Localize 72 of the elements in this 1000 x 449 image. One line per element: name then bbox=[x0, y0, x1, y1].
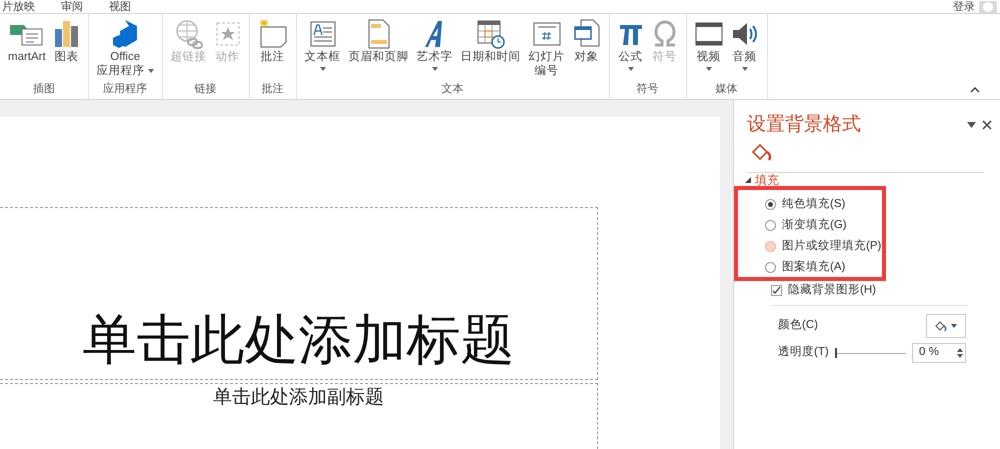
slider-thumb[interactable] bbox=[834, 348, 837, 358]
dropdown-caret-icon bbox=[951, 324, 957, 328]
spin-arrows-icon[interactable] bbox=[957, 347, 963, 359]
calendar-clock-icon bbox=[476, 19, 506, 49]
group-label: 插图 bbox=[32, 82, 56, 97]
ribbon-button[interactable]: 对象 bbox=[568, 14, 605, 64]
radio-button[interactable] bbox=[765, 220, 776, 231]
ribbon-button[interactable]: 幻灯片 编号 bbox=[524, 14, 569, 78]
ribbon-tab[interactable]: 审阅 bbox=[61, 0, 83, 12]
ribbon-tab[interactable]: 视图 bbox=[109, 0, 131, 12]
section-header[interactable]: 填充 bbox=[755, 174, 779, 186]
globe-link-icon bbox=[174, 19, 204, 49]
group-label: 应用程序 bbox=[102, 82, 148, 97]
ribbon-button[interactable]: 音频 bbox=[726, 14, 763, 71]
transparency-spinner[interactable]: 0 % bbox=[912, 343, 966, 363]
subtitle-placeholder[interactable]: 单击此处添加副标题 bbox=[0, 383, 598, 449]
dropdown-caret-icon bbox=[628, 67, 634, 71]
color-picker-button[interactable] bbox=[926, 314, 966, 338]
dropdown-caret-icon bbox=[742, 67, 748, 71]
ribbon-button[interactable]: Office 应用程序 bbox=[92, 14, 158, 78]
hide-graphics-checkbox-row[interactable]: 隐藏背景图形(H) bbox=[771, 282, 992, 299]
radio-button[interactable] bbox=[765, 262, 776, 273]
dropdown-caret-icon bbox=[432, 67, 438, 71]
ribbon-button[interactable]: 图表 bbox=[50, 14, 84, 64]
ribbon-button[interactable]: martArt bbox=[4, 14, 50, 64]
object-icon bbox=[572, 19, 601, 49]
radio-button[interactable] bbox=[765, 199, 776, 210]
title-placeholder[interactable]: 单击此处添加标题 bbox=[0, 207, 598, 380]
speaker-icon bbox=[730, 20, 759, 48]
color-label: 颜色(C) bbox=[778, 318, 818, 334]
ribbon-button[interactable]: 批注 bbox=[254, 14, 292, 64]
group-label: 文本 bbox=[440, 82, 465, 97]
sticky-note-icon bbox=[258, 19, 288, 49]
ribbon-button[interactable]: 页眉和页脚 bbox=[344, 14, 413, 64]
ribbon-button[interactable]: 公式 bbox=[614, 14, 648, 71]
subtitle-text: 单击此处添加副标题 bbox=[213, 386, 384, 410]
paint-bucket-icon bbox=[935, 320, 947, 332]
page-header-icon bbox=[366, 19, 391, 49]
ribbon-button[interactable]: 日期和时间 bbox=[456, 14, 525, 64]
group-label: 链接 bbox=[194, 82, 218, 97]
fill-option[interactable]: 图案填充(A) bbox=[765, 259, 882, 276]
film-strip-icon bbox=[694, 20, 723, 48]
radio-button[interactable] bbox=[765, 241, 776, 252]
close-icon[interactable] bbox=[982, 120, 992, 130]
dropdown-caret-icon bbox=[320, 67, 326, 71]
ribbon-tab[interactable]: 片放映 bbox=[2, 0, 35, 12]
ribbon-button[interactable]: 视频 bbox=[690, 14, 727, 71]
paint-bucket-icon[interactable] bbox=[751, 143, 773, 163]
group-label: 批注 bbox=[260, 82, 285, 97]
sign-in-link[interactable]: 登录 bbox=[953, 0, 975, 12]
numbered-slide-icon bbox=[532, 22, 561, 46]
pane-title: 设置背景格式 bbox=[747, 113, 861, 137]
group-label: 符号 bbox=[636, 82, 660, 97]
text-box-icon bbox=[308, 20, 337, 48]
star-frame-icon bbox=[214, 21, 241, 47]
pane-menu-caret-icon[interactable] bbox=[967, 122, 976, 128]
transparency-slider[interactable] bbox=[834, 348, 906, 358]
fill-option[interactable]: 图片或纹理填充(P) bbox=[765, 238, 882, 255]
dropdown-caret-icon bbox=[148, 69, 154, 73]
title-text: 单击此处添加标题 bbox=[82, 309, 514, 371]
collapse-ribbon-icon[interactable] bbox=[970, 87, 980, 93]
section-triangle-icon[interactable] bbox=[745, 177, 751, 183]
ribbon-button[interactable]: 文本框 bbox=[300, 14, 345, 71]
transparency-label: 透明度(T) bbox=[778, 344, 829, 360]
fill-option[interactable]: 渐变填充(G) bbox=[765, 217, 882, 234]
omega-icon bbox=[652, 20, 678, 48]
dropdown-caret-icon bbox=[706, 67, 712, 71]
checkbox[interactable] bbox=[771, 285, 782, 296]
bar-chart-icon bbox=[54, 19, 80, 49]
group-label: 媒体 bbox=[714, 82, 739, 97]
ribbon-button[interactable]: 艺术字 bbox=[412, 14, 457, 71]
fill-option[interactable]: 纯色填充(S) bbox=[765, 196, 882, 213]
